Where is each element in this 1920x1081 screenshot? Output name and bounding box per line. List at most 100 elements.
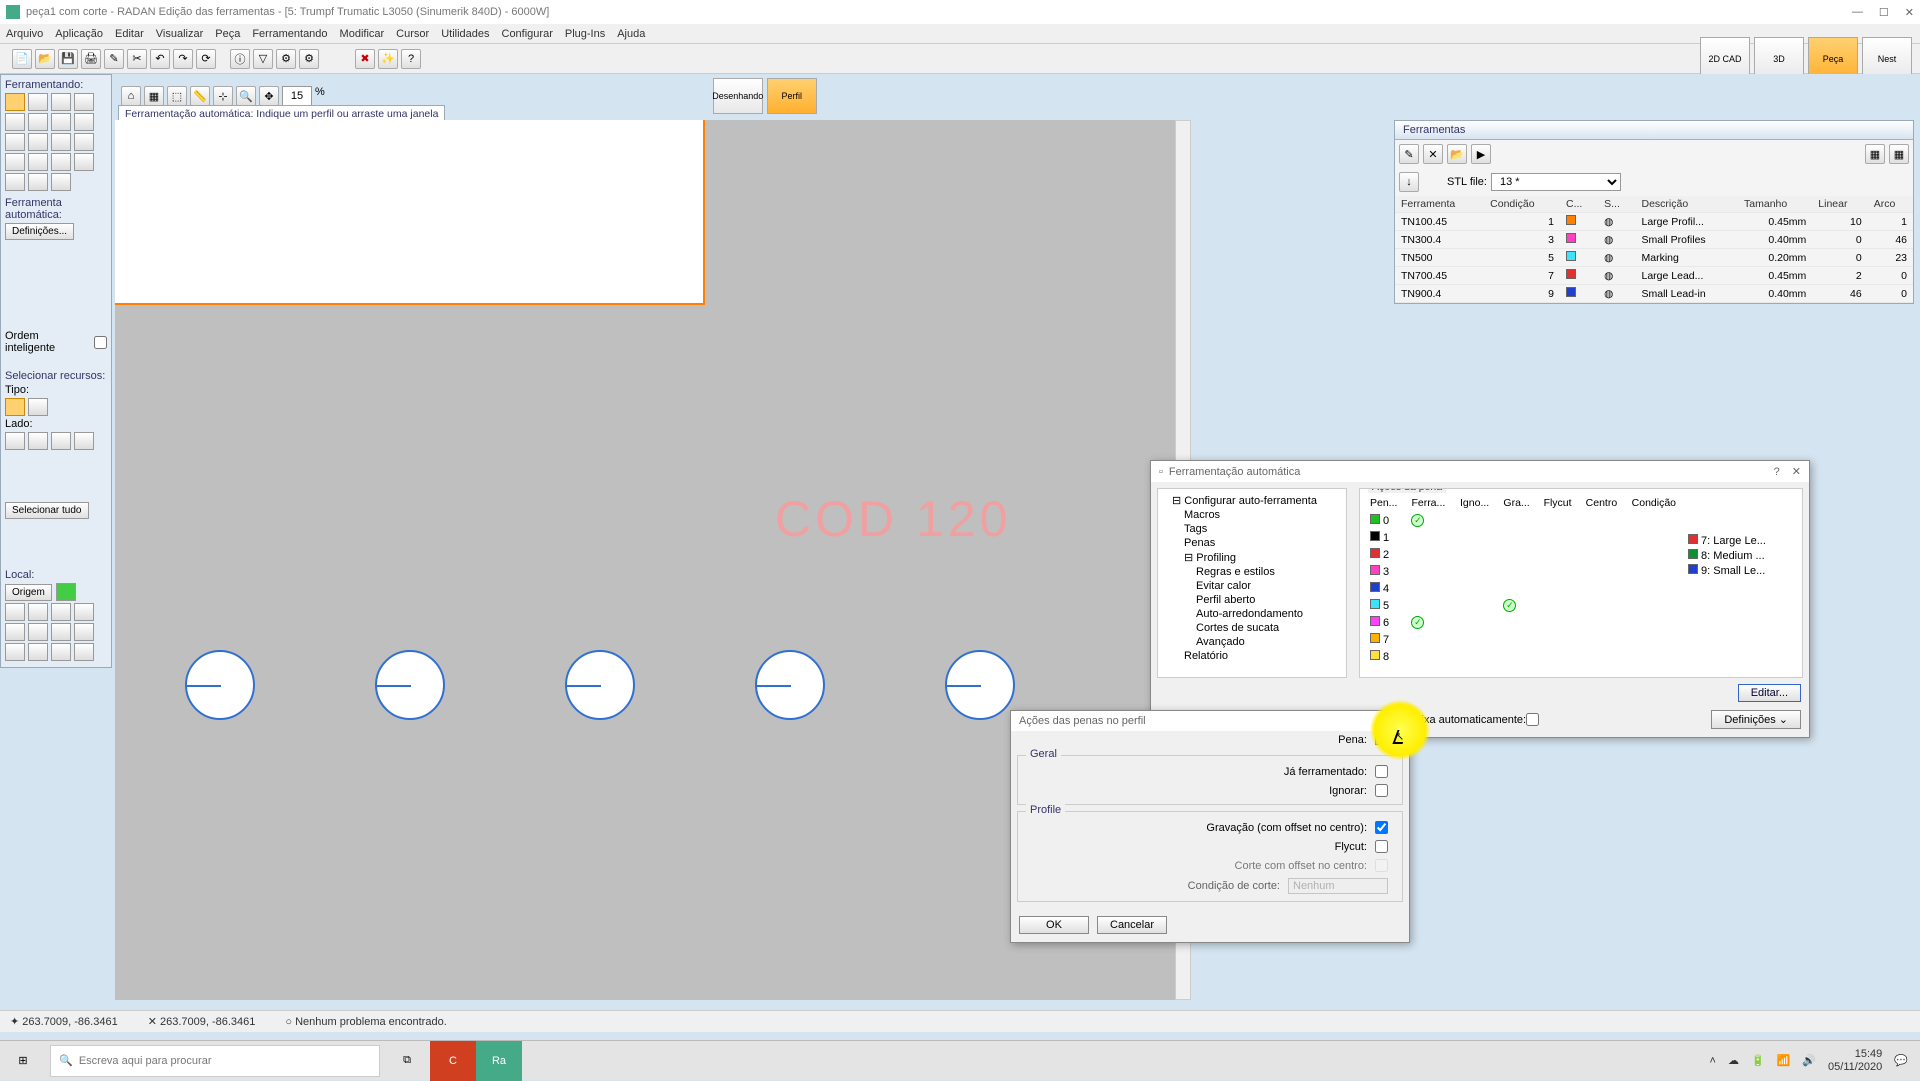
subtab-perfil[interactable]: Perfil [767,78,817,114]
pen-col[interactable]: Ferra... [1407,495,1454,511]
layer-icon[interactable]: ⬚ [167,86,187,106]
new-icon[interactable]: 📄 [12,49,32,69]
tipo-1[interactable] [5,398,25,416]
edit-icon[interactable]: ✎ [104,49,124,69]
tree-penas[interactable]: Penas [1162,536,1342,550]
pen-row[interactable]: 7 [1366,632,1686,647]
tool-grid2-icon[interactable]: ▦ [1889,144,1909,164]
cut-icon[interactable]: ✂ [127,49,147,69]
tool-mode-12[interactable] [74,133,94,151]
tool-edit-icon[interactable]: ✎ [1399,144,1419,164]
tool-mode-3[interactable] [51,93,71,111]
tool2-icon[interactable]: ⚙ [299,49,319,69]
loc-11[interactable] [51,643,71,661]
config-tree[interactable]: ⊟ Configurar auto-ferramenta Macros Tags… [1157,488,1347,678]
tool-mode-2[interactable] [28,93,48,111]
tray-notifications-icon[interactable]: 💬 [1894,1054,1908,1067]
auto-show-checkbox[interactable] [1526,713,1539,726]
tool-grid1-icon[interactable]: ▦ [1865,144,1885,164]
tree-perfil-aberto[interactable]: Perfil aberto [1162,593,1342,607]
tool-mode-8[interactable] [74,113,94,131]
tools-table[interactable]: FerramentaCondiçãoC...S...DescriçãoTaman… [1395,196,1913,303]
cancel-button[interactable]: Cancelar [1097,916,1167,934]
tray-wifi-icon[interactable]: 📶 [1777,1054,1791,1067]
menu-ajuda[interactable]: Ajuda [617,28,645,40]
wizard-icon[interactable]: ✨ [378,49,398,69]
origem-button[interactable]: Origem [5,584,52,601]
lado-1[interactable] [5,432,25,450]
pen-dialog-help-icon[interactable]: ? [1395,715,1401,727]
help-icon[interactable]: ? [401,49,421,69]
tool-mode-15[interactable] [51,153,71,171]
close-icon[interactable]: ✕ [1792,465,1801,478]
arrow-down-icon[interactable]: ↓ [1399,172,1419,192]
start-button[interactable]: ⊞ [0,1041,46,1081]
ja-ferr-checkbox[interactable] [1375,765,1388,778]
tool-mode-14[interactable] [28,153,48,171]
taskbar-search[interactable]: 🔍 Escreva aqui para procurar [50,1045,380,1077]
pen-col[interactable]: Flycut [1540,495,1580,511]
loc-6[interactable] [28,623,48,641]
snap-icon[interactable]: ⊹ [213,86,233,106]
help-icon[interactable]: ? [1774,466,1780,478]
col-header[interactable]: Descrição [1636,196,1739,213]
menu-modificar[interactable]: Modificar [340,28,385,40]
select-all-button[interactable]: Selecionar tudo [5,502,89,519]
redo-icon[interactable]: ↷ [173,49,193,69]
system-tray[interactable]: ˄ ☁ 🔋 📶 🔊 15:49 05/11/2020 💬 [1698,1048,1920,1072]
menu-aplicação[interactable]: Aplicação [55,28,103,40]
loc-1[interactable] [5,603,25,621]
taskbar-app-c[interactable]: C [430,1041,476,1081]
loc-9[interactable] [5,643,25,661]
gravacao-checkbox[interactable] [1375,821,1388,834]
tool-mode-17[interactable] [5,173,25,191]
filter-icon[interactable]: ▽ [253,49,273,69]
smart-order-checkbox[interactable] [94,336,107,349]
print-icon[interactable]: 🖨 [81,49,101,69]
maximize-button[interactable]: ☐ [1879,6,1889,19]
pan-icon[interactable]: ✥ [259,86,279,106]
tree-avancado[interactable]: Avançado [1162,635,1342,649]
tool-mode-11[interactable] [51,133,71,151]
tool-open-icon[interactable]: 📂 [1447,144,1467,164]
measure-icon[interactable]: 📏 [190,86,210,106]
tree-auto-arr[interactable]: Auto-arredondamento [1162,607,1342,621]
pen-col[interactable]: Centro [1582,495,1626,511]
pen-row[interactable]: 5✓ [1366,598,1686,613]
loc-5[interactable] [5,623,25,641]
loc-3[interactable] [51,603,71,621]
menu-arquivo[interactable]: Arquivo [6,28,43,40]
tray-clock[interactable]: 15:49 05/11/2020 [1828,1048,1882,1072]
definicoes-button[interactable]: Definições ⌄ [1711,710,1801,729]
ok-button[interactable]: OK [1019,916,1089,934]
open-icon[interactable]: 📂 [35,49,55,69]
subtab-desenhando[interactable]: Desenhando [713,78,763,114]
col-header[interactable]: Arco [1868,196,1913,213]
home-icon[interactable]: ⌂ [121,86,141,106]
col-header[interactable]: S... [1598,196,1635,213]
zoom-icon[interactable]: 🔍 [236,86,256,106]
pen-row[interactable]: 1 [1366,530,1686,545]
lado-3[interactable] [51,432,71,450]
task-view-button[interactable]: ⧉ [384,1041,430,1081]
editar-button[interactable]: Editar... [1738,684,1801,702]
tree-macros[interactable]: Macros [1162,508,1342,522]
tree-regras[interactable]: Regras e estilos [1162,565,1342,579]
ignorar-checkbox[interactable] [1375,784,1388,797]
tool-mode-4[interactable] [74,93,94,111]
tool-row[interactable]: TN300.43◍Small Profiles0.40mm046 [1395,231,1913,249]
tool-delete-icon[interactable]: ✕ [1423,144,1443,164]
pen-col[interactable]: Igno... [1456,495,1497,511]
menu-visualizar[interactable]: Visualizar [156,28,204,40]
menu-plug-ins[interactable]: Plug-Ins [565,28,605,40]
tool-mode-16[interactable] [74,153,94,171]
menu-utilidades[interactable]: Utilidades [441,28,489,40]
loc-12[interactable] [74,643,94,661]
menu-cursor[interactable]: Cursor [396,28,429,40]
cancel-icon[interactable]: ✖ [355,49,375,69]
menu-ferramentando[interactable]: Ferramentando [252,28,327,40]
tool-mode-6[interactable] [28,113,48,131]
defs-button[interactable]: Definições... [5,223,74,240]
lado-4[interactable] [74,432,94,450]
pen-col[interactable]: Gra... [1499,495,1537,511]
